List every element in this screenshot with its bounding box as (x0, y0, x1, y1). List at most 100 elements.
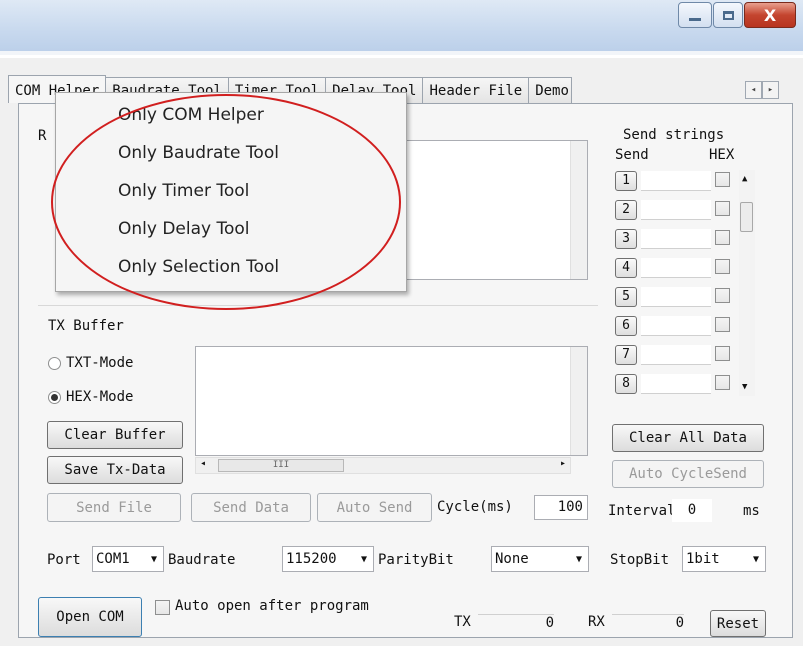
open-com-button[interactable]: Open COM (38, 597, 142, 637)
hex-mode-radio-icon (48, 390, 61, 404)
tx-text-area[interactable] (195, 346, 588, 456)
clear-buffer-button[interactable]: Clear Buffer (47, 421, 183, 449)
send-string-5-field[interactable] (641, 287, 711, 307)
auto-send-button[interactable]: Auto Send (317, 493, 432, 522)
hex-checkbox-1[interactable] (715, 172, 730, 187)
auto-open-label: Auto open after program (175, 598, 369, 614)
tx-count-label: TX (454, 614, 471, 630)
interval-unit: ms (743, 503, 760, 519)
send-string-1-button[interactable]: 1 (615, 171, 637, 191)
hex-checkbox-3[interactable] (715, 230, 730, 245)
minimize-button[interactable] (678, 2, 712, 28)
menu-item-only-timer-tool[interactable]: Only Timer Tool (118, 181, 249, 201)
scroll-thumb[interactable]: III (218, 459, 344, 472)
send-string-5-button[interactable]: 5 (615, 287, 637, 307)
send-string-3-button[interactable]: 3 (615, 229, 637, 249)
maximize-icon (722, 10, 734, 20)
hex-checkbox-7[interactable] (715, 346, 730, 361)
tab-scroll-right-icon[interactable]: ▸ (762, 81, 779, 99)
reset-button[interactable]: Reset (710, 610, 766, 637)
send-string-8-button[interactable]: 8 (615, 374, 637, 394)
tab-context-menu: Only COM Helper Only Baudrate Tool Only … (55, 92, 407, 292)
paritybit-label: ParityBit (378, 552, 454, 568)
baudrate-label: Baudrate (168, 552, 236, 568)
tab-header-file[interactable]: Header File (422, 77, 530, 103)
maximize-button[interactable] (713, 2, 743, 28)
send-string-2-button[interactable]: 2 (615, 200, 637, 220)
hex-mode-label: HEX-Mode (66, 389, 134, 405)
scroll-right-arrow-icon[interactable]: ▸ (560, 458, 566, 469)
menu-item-only-selection-tool[interactable]: Only Selection Tool (118, 257, 279, 277)
send-string-3-field[interactable] (641, 229, 711, 249)
send-strings-scrollbar[interactable]: ▲ ▼ (739, 170, 755, 396)
interval-label: Interval (608, 503, 676, 519)
scroll-up-arrow-icon[interactable]: ▲ (742, 174, 747, 184)
port-label: Port (47, 552, 81, 568)
chevron-down-icon: ▼ (752, 553, 760, 565)
send-string-1-field[interactable] (641, 171, 711, 191)
hex-mode-radio[interactable]: HEX-Mode (48, 389, 133, 405)
send-strings-title: Send strings (623, 127, 725, 143)
send-string-2-field[interactable] (641, 200, 711, 220)
close-icon: X (763, 5, 777, 25)
hex-checkbox-2[interactable] (715, 201, 730, 216)
send-string-4-button[interactable]: 4 (615, 258, 637, 278)
save-tx-data-button[interactable]: Save Tx-Data (47, 456, 183, 484)
menu-item-only-delay-tool[interactable]: Only Delay Tool (118, 219, 250, 239)
port-value: COM1 (96, 551, 130, 567)
send-string-7-button[interactable]: 7 (615, 345, 637, 365)
stopbit-select[interactable]: 1bit ▼ (682, 546, 766, 572)
txt-mode-label: TXT-Mode (66, 355, 134, 371)
send-string-8-field[interactable] (641, 374, 711, 394)
cycle-label: Cycle(ms) (437, 499, 513, 515)
chevron-down-icon: ▼ (150, 553, 158, 565)
baudrate-select[interactable]: 115200 ▼ (282, 546, 374, 572)
hex-checkbox-8[interactable] (715, 375, 730, 390)
hex-checkbox-6[interactable] (715, 317, 730, 332)
send-string-7-field[interactable] (641, 345, 711, 365)
tab-scroll-left-icon[interactable]: ◂ (745, 81, 762, 99)
hex-checkbox-5[interactable] (715, 288, 730, 303)
tx-buffer-title: TX Buffer (48, 318, 124, 334)
menu-item-only-com-helper[interactable]: Only COM Helper (118, 105, 264, 125)
clear-all-data-button[interactable]: Clear All Data (612, 424, 764, 452)
scroll-left-arrow-icon[interactable]: ◂ (200, 458, 206, 469)
rx-vertical-scrollbar[interactable] (570, 141, 587, 279)
send-string-4-field[interactable] (641, 258, 711, 278)
txt-mode-radio[interactable]: TXT-Mode (48, 355, 133, 371)
hex-column-header: HEX (709, 147, 735, 163)
tx-count-value: 0 (478, 614, 554, 631)
tab-scroll-arrows: ◂ ▸ (745, 81, 779, 99)
stopbit-value: 1bit (686, 551, 720, 567)
txt-mode-radio-icon (48, 356, 61, 370)
rx-buffer-label-fragment: R (38, 128, 47, 144)
send-strings-scroll-thumb[interactable] (740, 202, 753, 232)
rx-count-value: 0 (612, 614, 684, 631)
tx-vertical-scrollbar[interactable] (570, 347, 587, 455)
divider (38, 305, 598, 306)
send-data-button[interactable]: Send Data (191, 493, 311, 522)
rx-count-label: RX (588, 614, 605, 630)
send-string-6-button[interactable]: 6 (615, 316, 637, 336)
cycle-input[interactable]: 100 (534, 495, 588, 520)
send-string-6-field[interactable] (641, 316, 711, 336)
hex-checkbox-4[interactable] (715, 259, 730, 274)
auto-open-checkbox[interactable] (155, 600, 170, 615)
minimize-icon (689, 17, 701, 21)
tx-horizontal-scrollbar[interactable]: ◂ III ▸ (195, 457, 571, 474)
paritybit-value: None (495, 551, 529, 567)
interval-input[interactable]: 0 (672, 499, 712, 522)
chevron-down-icon: ▼ (575, 553, 583, 565)
baudrate-value: 115200 (286, 551, 337, 567)
menu-item-only-baudrate-tool[interactable]: Only Baudrate Tool (118, 143, 279, 163)
send-column-header: Send (615, 147, 649, 163)
chevron-down-icon: ▼ (360, 553, 368, 565)
tab-demo[interactable]: Demo (528, 77, 573, 103)
paritybit-select[interactable]: None ▼ (491, 546, 589, 572)
auto-cyclesend-button[interactable]: Auto CycleSend (612, 460, 764, 488)
close-button[interactable]: X (744, 2, 796, 28)
port-select[interactable]: COM1 ▼ (92, 546, 164, 572)
scroll-down-arrow-icon[interactable]: ▼ (742, 382, 747, 392)
stopbit-label: StopBit (610, 552, 670, 568)
send-file-button[interactable]: Send File (47, 493, 181, 522)
